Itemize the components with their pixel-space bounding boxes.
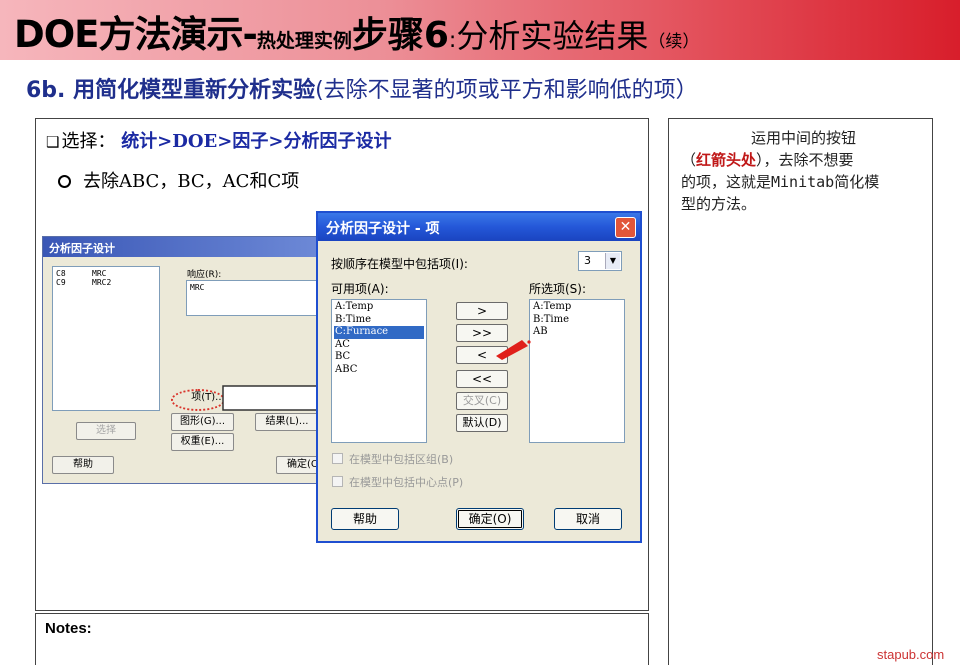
subtitle: 6b. 用简化模型重新分析实验(去除不显著的项或平方和影响低的项） (26, 72, 698, 104)
dialog-title: 分析因子设计 - 项 (318, 213, 640, 241)
comment-line: 运用中间的按钮 (751, 129, 857, 147)
title-cont: （续） (648, 32, 700, 52)
option-line: 去除ABC，BC，AC和C项 (58, 167, 299, 193)
menu-path: 统计>DOE>因子>分析因子设计 (121, 131, 392, 152)
watermark: stapub.com (877, 647, 945, 662)
select-button[interactable]: 选择 (76, 422, 136, 440)
select-prefix: 选择： (61, 131, 116, 152)
response-field[interactable]: MRC (186, 280, 329, 316)
column-list[interactable]: C8 MRC C9 MRC2 (52, 266, 160, 411)
order-label: 按顺序在模型中包括项(I): (331, 257, 468, 271)
notes-label: Notes: (45, 620, 92, 637)
list-item[interactable]: C9 MRC2 (56, 278, 156, 287)
title-main: DOE方法演示- (14, 13, 258, 56)
menu-path-line: ❑ 选择： 统计>DOE>因子>分析因子设计 (46, 127, 391, 153)
comment-line: （红箭头处），去除不想要 (681, 151, 854, 169)
include-blocks-label: 在模型中包括区组(B) (349, 453, 454, 466)
header-banner: DOE方法演示-热处理实例步骤6:分析实验结果（续） (0, 0, 960, 60)
comment-text: 运用中间的按钮 （红箭头处），去除不想要 的项，这就是Minitab简化模 型的… (681, 127, 926, 215)
remove-all-button[interactable]: << (456, 370, 508, 388)
available-label: 可用项(A): (331, 282, 389, 296)
list-item-selected[interactable]: C:Furnace (334, 326, 424, 339)
list-item[interactable]: B:Time (334, 314, 424, 327)
comment-line: 型的方法。 (681, 195, 757, 213)
cancel-button[interactable]: 取消 (554, 508, 622, 530)
include-center-label: 在模型中包括中心点(P) (349, 476, 464, 489)
highlight-ellipse (171, 389, 225, 411)
red-arrow-icon (496, 340, 531, 360)
slide-title: DOE方法演示-热处理实例步骤6:分析实验结果（续） (14, 4, 699, 58)
list-item[interactable]: AB (532, 326, 622, 339)
comment-highlight: 红箭头处 (696, 151, 757, 169)
help-button[interactable]: 帮助 (52, 456, 114, 474)
subtitle-plain: (去除不显著的项或平方和影响低的项） (315, 78, 698, 103)
title-step: 步骤6 (351, 15, 449, 56)
cross-button[interactable]: 交叉(C) (456, 392, 508, 410)
list-item[interactable]: B:Time (532, 314, 622, 327)
notes-panel: Notes: (35, 613, 649, 665)
weights-button[interactable]: 权重(E)... (171, 433, 234, 451)
default-button[interactable]: 默认(D) (456, 414, 508, 432)
chevron-down-icon: ▼ (605, 253, 620, 269)
response-label: 响应(R): (187, 270, 222, 280)
comment-line: 的项，这就是Minitab简化模 (681, 173, 880, 191)
checkbox-icon (332, 453, 343, 464)
include-blocks-checkbox[interactable]: 在模型中包括区组(B) (332, 451, 453, 467)
analyze-factorial-dialog: 分析因子设计 C8 MRC C9 MRC2 响应(R): MRC 选择 项(T)..… (42, 236, 332, 484)
bullet-circle-icon (58, 175, 71, 188)
help-button[interactable]: 帮助 (331, 508, 399, 530)
subtitle-bold: 6b. 用简化模型重新分析实验 (26, 78, 316, 103)
option-text: 去除ABC，BC，AC和C项 (83, 171, 300, 192)
comment-panel: 运用中间的按钮 （红箭头处），去除不想要 的项，这就是Minitab简化模 型的… (668, 118, 933, 665)
list-item[interactable]: ABC (334, 364, 424, 377)
bullet-square-icon: ❑ (46, 133, 60, 151)
include-center-checkbox[interactable]: 在模型中包括中心点(P) (332, 474, 463, 490)
order-select[interactable]: 3 ▼ (578, 251, 622, 271)
terms-dialog: 分析因子设计 - 项 ✕ 按顺序在模型中包括项(I): 3 ▼ 可用项(A): … (316, 211, 642, 543)
list-item[interactable]: AC (334, 339, 424, 352)
close-icon[interactable]: ✕ (615, 217, 636, 238)
selected-label: 所选项(S): (529, 282, 587, 296)
list-item[interactable]: A:Temp (334, 301, 424, 314)
add-term-button[interactable]: > (456, 302, 508, 320)
order-value: 3 (584, 254, 591, 267)
dialog-title: 分析因子设计 (43, 237, 331, 257)
title-result: 分析实验结果 (456, 17, 649, 55)
title-small: 热处理实例 (256, 30, 352, 52)
available-terms-list[interactable]: A:Temp B:Time C:Furnace AC BC ABC (331, 299, 427, 443)
checkbox-icon (332, 476, 343, 487)
list-item[interactable]: BC (334, 351, 424, 364)
list-item[interactable]: C8 MRC (56, 269, 156, 278)
selected-terms-list[interactable]: A:Temp B:Time AB (529, 299, 625, 443)
ok-button[interactable]: 确定(O) (456, 508, 524, 530)
list-item[interactable]: A:Temp (532, 301, 622, 314)
